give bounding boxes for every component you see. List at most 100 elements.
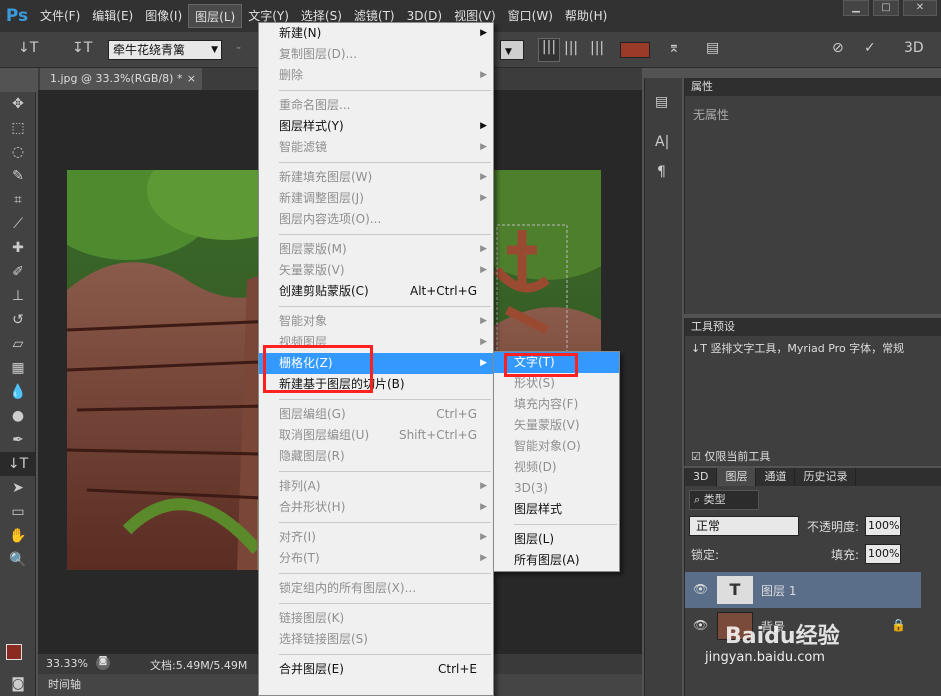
rectangle-tool-icon[interactable]: ▭ (0, 500, 36, 524)
align-bottom-icon[interactable]: ||| (590, 40, 604, 56)
opacity-input[interactable]: 100% (865, 516, 901, 536)
crop-tool-icon[interactable]: ⌗ (0, 188, 36, 212)
path-select-tool-icon[interactable]: ➤ (0, 476, 36, 500)
vertical-type-tool-icon[interactable]: ↓T (18, 40, 38, 56)
menu-item[interactable]: 图层样式 (494, 499, 619, 520)
layers-tab-2[interactable]: 通道 (756, 468, 796, 486)
maximize-button[interactable]: □ (873, 0, 899, 16)
document-size-info[interactable]: 文档:5.49M/5.49M (150, 657, 247, 673)
menu-item[interactable]: 合并形状(H) ▶ (259, 497, 493, 518)
menu-item[interactable]: 所有图层(A) (494, 550, 619, 571)
menu-item[interactable]: 视频图层 ▶ (259, 332, 493, 353)
close-button[interactable]: ✕ (903, 0, 937, 16)
menu-item[interactable]: 链接图层(K) (259, 608, 493, 629)
menu-item[interactable]: 复制图层(D)... (259, 44, 493, 65)
character-panel-icon[interactable]: A| (655, 134, 669, 150)
quick-select-tool-icon[interactable]: ✎ (0, 164, 36, 188)
preset-item[interactable]: ↓T 竖排文字工具，Myriad Pro 字体，常规 (685, 336, 941, 360)
zoom-level[interactable]: 33.33% (46, 657, 88, 670)
zoom-tool-icon[interactable]: 🔍 (0, 548, 36, 572)
menu-item[interactable]: 删除 ▶ (259, 65, 493, 86)
fill-input[interactable]: 100% (865, 544, 901, 564)
healing-brush-tool-icon[interactable]: ✚ (0, 236, 36, 260)
menu-item[interactable]: 新建填充图层(W) ▶ (259, 167, 493, 188)
menu-item[interactable]: 图层(L) (494, 529, 619, 550)
layer-filter-select[interactable]: ⌕ 类型 (689, 490, 759, 510)
blur-tool-icon[interactable]: 💧 (0, 380, 36, 404)
menu-3[interactable]: 图层(L) (188, 4, 243, 28)
text-orientation-icon[interactable]: ↧T (72, 40, 92, 56)
vertical-type-tool-icon[interactable]: ↓T (0, 452, 36, 476)
menu-item[interactable]: 矢量蒙版(V) (494, 415, 619, 436)
menu-item[interactable]: 新建基于图层的切片(B) (259, 374, 493, 395)
menu-item[interactable]: 智能对象(O) (494, 436, 619, 457)
hand-tool-icon[interactable]: ✋ (0, 524, 36, 548)
dodge-tool-icon[interactable]: ● (0, 404, 36, 428)
menu-2[interactable]: 图像(I) (139, 4, 188, 28)
marquee-tool-icon[interactable]: ⬚ (0, 116, 36, 140)
layers-tab-0[interactable]: 3D (685, 468, 718, 486)
tool-presets-icon[interactable]: ▤ (655, 94, 668, 110)
brush-tool-icon[interactable]: ✐ (0, 260, 36, 284)
layer-name[interactable]: 图层 1 (761, 582, 796, 599)
panel-toggle-icon[interactable]: ▤ (706, 40, 719, 56)
menu-item[interactable]: 智能滤镜 ▶ (259, 137, 493, 158)
menu-item[interactable]: 形状(S) (494, 373, 619, 394)
clone-stamp-tool-icon[interactable]: ⊥ (0, 284, 36, 308)
menu-item[interactable]: 取消图层编组(U) Shift+Ctrl+G (259, 425, 493, 446)
menu-item[interactable]: 分布(T) ▶ (259, 548, 493, 569)
size-dropdown[interactable]: ▼ (500, 40, 524, 60)
menu-item[interactable]: 锁定组内的所有图层(X)... (259, 578, 493, 599)
menu-item[interactable]: 新建(N) ▶ (259, 23, 493, 44)
menu-10[interactable]: 帮助(H) (559, 4, 613, 28)
menu-item[interactable]: 栅格化(Z) ▶ (259, 353, 493, 374)
quick-mask-icon[interactable]: ◙ (0, 672, 36, 696)
info-icon[interactable]: ◙ (96, 656, 110, 670)
menu-item[interactable]: 新建调整图层(J) ▶ (259, 188, 493, 209)
menu-item[interactable]: 图层内容选项(O)... (259, 209, 493, 230)
3d-mode-icon[interactable]: 3D (904, 40, 924, 56)
menu-9[interactable]: 窗口(W) (502, 4, 559, 28)
layer-row-text[interactable]: 👁 T 图层 1 (685, 572, 921, 608)
menu-item[interactable]: 图层编组(G) Ctrl+G (259, 404, 493, 425)
pen-tool-icon[interactable]: ✒ (0, 428, 36, 452)
eye-icon[interactable]: 👁 (693, 582, 708, 596)
paragraph-panel-icon[interactable]: ¶ (657, 164, 666, 180)
cancel-icon[interactable]: ⊘ (832, 40, 844, 56)
history-brush-tool-icon[interactable]: ↺ (0, 308, 36, 332)
menu-item[interactable]: 隐藏图层(R) (259, 446, 493, 467)
menu-item[interactable]: 文字(T) (494, 352, 619, 373)
menu-item[interactable]: 智能对象 ▶ (259, 311, 493, 332)
menu-item[interactable]: 3D(3) (494, 478, 619, 499)
font-style-select[interactable]: - (236, 40, 241, 56)
eyedropper-tool-icon[interactable]: ⟋ (0, 212, 36, 236)
document-tab[interactable]: 1.jpg @ 33.3%(RGB/8) * × (40, 68, 202, 90)
menu-item[interactable]: 矢量蒙版(V) ▶ (259, 260, 493, 281)
blend-mode-select[interactable]: 正常 (689, 516, 799, 536)
menu-0[interactable]: 文件(F) (34, 4, 86, 28)
menu-item[interactable]: 重命名图层... (259, 95, 493, 116)
menu-item[interactable]: 合并图层(E) Ctrl+E (259, 659, 493, 680)
eye-icon[interactable]: 👁 (693, 618, 708, 632)
menu-1[interactable]: 编辑(E) (86, 4, 139, 28)
menu-item[interactable]: 填充内容(F) (494, 394, 619, 415)
warp-text-icon[interactable]: ⌆ (668, 40, 680, 56)
menu-item[interactable]: 选择链接图层(S) (259, 629, 493, 650)
commit-icon[interactable]: ✓ (864, 40, 876, 56)
font-family-select[interactable]: 牵牛花绕青篱 ▼ (108, 40, 222, 60)
menu-item[interactable]: 排列(A) ▶ (259, 476, 493, 497)
menu-item[interactable]: 对齐(I) ▶ (259, 527, 493, 548)
layers-tab-3[interactable]: 历史记录 (795, 468, 857, 486)
align-center-icon[interactable]: ||| (564, 40, 578, 56)
menu-item[interactable]: 创建剪贴蒙版(C) Alt+Ctrl+G (259, 281, 493, 302)
current-tool-only-checkbox[interactable]: ☑ 仅限当前工具 (691, 448, 770, 464)
move-tool-icon[interactable]: ✥ (0, 92, 36, 116)
align-top-icon[interactable]: ||| (538, 38, 560, 62)
menu-item[interactable]: 图层蒙版(M) ▶ (259, 239, 493, 260)
eraser-tool-icon[interactable]: ▱ (0, 332, 36, 356)
close-tab-icon[interactable]: × (187, 68, 196, 90)
foreground-color-swatch[interactable] (6, 644, 22, 660)
minimize-button[interactable]: ▁ (843, 0, 869, 16)
menu-item[interactable]: 视频(D) (494, 457, 619, 478)
layers-tab-1[interactable]: 图层 (717, 468, 757, 486)
